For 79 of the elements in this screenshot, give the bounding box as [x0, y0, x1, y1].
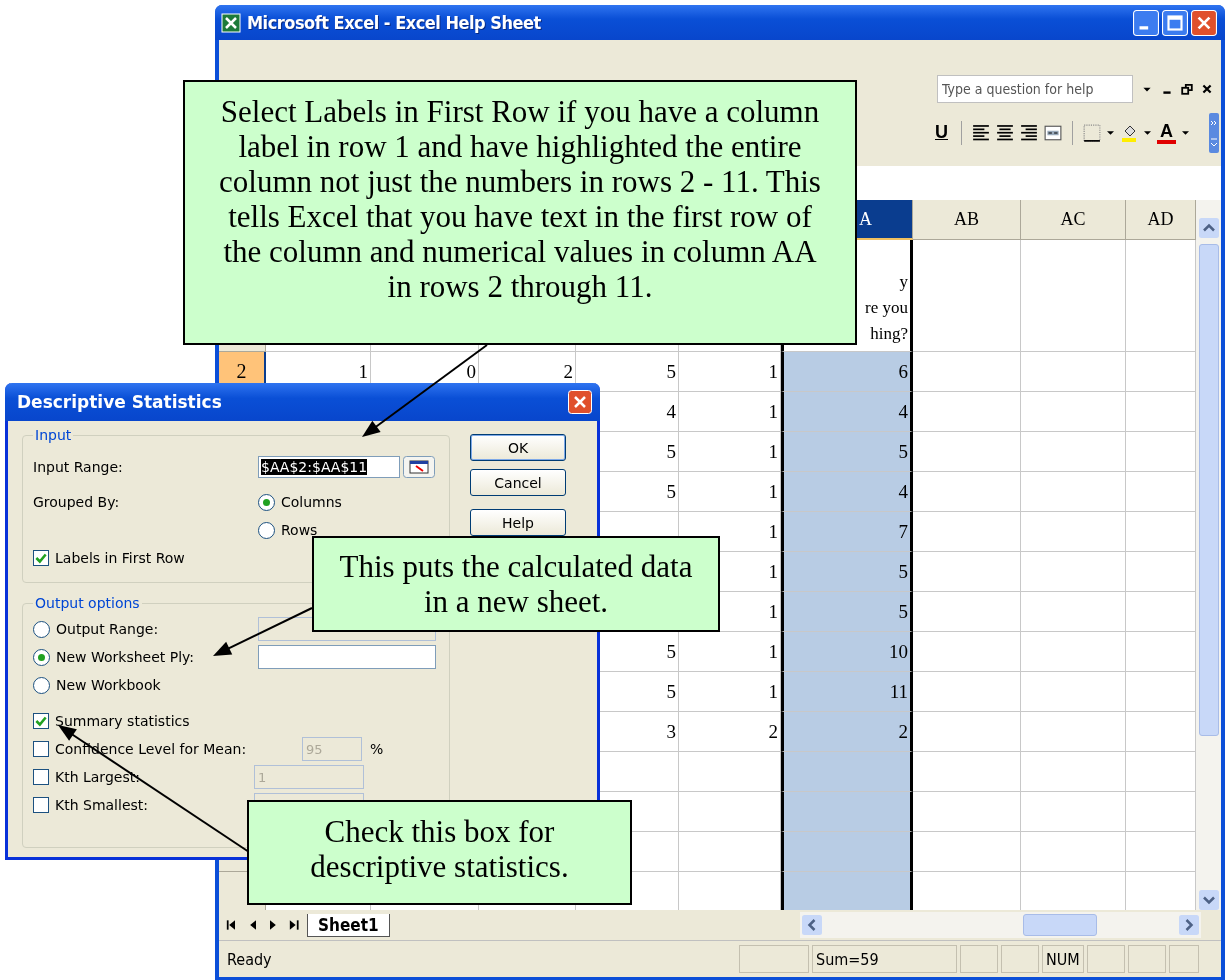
borders-icon[interactable]	[1083, 123, 1101, 142]
dialog-button[interactable]: OK	[470, 434, 566, 461]
unit-label: %	[370, 741, 384, 757]
table-cell: 7	[781, 512, 913, 552]
status-panel	[960, 945, 998, 973]
table-cell: 5	[781, 552, 913, 592]
font-color-button[interactable]: A	[1157, 121, 1176, 144]
field-label: Input Range:	[33, 459, 124, 475]
close-button[interactable]	[568, 390, 592, 414]
input-range-field[interactable]: $AA$2:$AA$11	[258, 456, 400, 478]
minimize-button[interactable]	[1133, 9, 1159, 36]
table-cell: 5	[781, 432, 913, 472]
scroll-thumb[interactable]	[1023, 914, 1097, 936]
radio-button[interactable]: Rows	[258, 521, 318, 539]
restore-icon[interactable]	[1181, 82, 1193, 95]
table-cell: 11	[781, 672, 913, 712]
window-title: Microsoft Excel - Excel Help Sheet	[247, 12, 541, 33]
callout-tooltip: Check this box for descriptive statistics.	[247, 800, 632, 905]
underline-button[interactable]: U	[932, 122, 951, 143]
input-field[interactable]	[258, 645, 436, 669]
help-search-field[interactable]: Type a question for help	[937, 74, 1133, 103]
table-cell: 10	[781, 632, 913, 672]
close-icon[interactable]	[1201, 82, 1213, 95]
status-panel	[1001, 945, 1039, 973]
num-lock-panel: NUM	[1042, 945, 1084, 973]
maximize-button[interactable]	[1162, 9, 1188, 36]
sheet-navigation-icon[interactable]	[225, 918, 301, 932]
dialog-button[interactable]: Help	[470, 509, 566, 536]
toolbar-options-icon[interactable]	[1209, 112, 1219, 153]
radio-button[interactable]: Columns	[258, 493, 342, 511]
scroll-thumb[interactable]	[1198, 244, 1219, 736]
vertical-scrollbar[interactable]	[1196, 200, 1221, 910]
callout-tooltip: This puts the calculated data in a new sheet.	[312, 536, 720, 632]
status-panel	[1128, 945, 1166, 973]
column-header[interactable]: AC	[1060, 209, 1086, 230]
table-cell: 4	[781, 392, 913, 432]
callout-tooltip: Select Labels in First Row if you have a column label in row 1 and have highlighted the entire column not just the numbers in rows 2 - 11. This tells Excel that you have text in the first row of the column and numerical values in column AA in rows 2 through 11.	[183, 80, 857, 345]
checkbox[interactable]: Kth Largest:	[33, 769, 140, 785]
scroll-right-button[interactable]	[1179, 915, 1199, 935]
table-cell: 2	[781, 712, 913, 752]
table-cell: 6	[781, 352, 913, 392]
sheet-tab[interactable]: Sheet1	[307, 913, 390, 937]
range-select-button[interactable]	[403, 456, 435, 478]
status-panel	[739, 945, 809, 973]
scroll-left-button[interactable]	[801, 915, 822, 935]
radio-button[interactable]: Output Range:	[33, 620, 258, 638]
group-title: Input	[34, 427, 73, 443]
align-left-icon[interactable]	[972, 123, 990, 142]
dialog-button[interactable]: Cancel	[470, 469, 566, 496]
checkmark-icon	[34, 714, 48, 728]
group-title: Output options	[34, 595, 141, 611]
spreadsheet-icon	[221, 12, 241, 33]
field-label: Grouped By:	[33, 494, 121, 510]
status-text: Ready	[227, 949, 273, 969]
column-header[interactable]: AB	[954, 209, 979, 230]
table-cell: 4	[781, 472, 913, 512]
horizontal-scrollbar[interactable]	[799, 912, 1201, 938]
caret-icon[interactable]	[1182, 129, 1189, 136]
checkbox[interactable]: Kth Smallest:	[33, 797, 148, 813]
checkbox[interactable]: Labels in First Row	[33, 550, 185, 566]
checkbox[interactable]: Summary statistics	[33, 713, 190, 729]
scroll-up-button[interactable]	[1198, 218, 1219, 238]
radio-button[interactable]: New Workbook	[33, 676, 258, 694]
merge-cells-icon[interactable]	[1044, 123, 1062, 142]
checkmark-icon	[34, 551, 48, 565]
caret-icon[interactable]	[1144, 129, 1151, 136]
close-button[interactable]	[1191, 9, 1217, 36]
status-panel	[1087, 945, 1125, 973]
table-cell: 5	[781, 592, 913, 632]
scroll-down-button[interactable]	[1198, 890, 1219, 910]
align-center-icon[interactable]	[996, 123, 1014, 142]
status-panel	[1169, 945, 1199, 973]
fill-bucket-icon[interactable]	[1120, 123, 1138, 142]
caret-icon[interactable]	[1107, 129, 1114, 136]
radio-button[interactable]: New Worksheet Ply:	[33, 648, 258, 666]
dialog-title: Descriptive Statistics	[17, 392, 222, 412]
column-header[interactable]: A	[859, 208, 872, 230]
align-right-icon[interactable]	[1020, 123, 1038, 142]
sum-panel: Sum=59	[812, 945, 957, 973]
